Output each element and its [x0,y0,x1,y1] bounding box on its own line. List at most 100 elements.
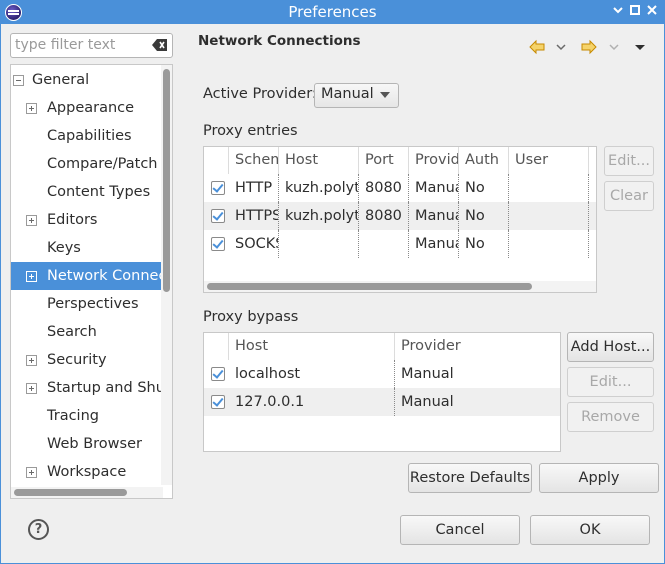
column-header-port[interactable]: Port [359,147,409,174]
tree-item-label: Search [47,324,97,340]
tree-item[interactable]: Search [11,318,163,346]
help-icon[interactable]: ? [28,519,49,540]
row-checkbox[interactable] [211,181,225,195]
scheme-cell: SOCKS [229,230,279,258]
host-cell: kuzh.polytechnique.fr [279,174,359,202]
tree-item[interactable]: Capabilities [11,122,163,150]
proxy-entries-table[interactable]: Scheme Host Port Provider Auth User Pass… [203,146,597,293]
view-menu-icon[interactable] [633,39,647,55]
active-provider-select[interactable]: Manual [314,83,399,108]
column-header-provider[interactable]: Provider [395,333,560,360]
tree-item[interactable]: Tracing [11,402,163,430]
bypass-remove-button[interactable]: Remove [567,402,654,432]
preferences-tree[interactable]: General Appearance Capabilities Compare/Pat… [10,64,173,499]
expand-icon[interactable] [26,271,37,282]
cancel-button[interactable]: Cancel [400,515,520,545]
table-row[interactable]: HTTP kuzh.polytechnique.fr 8080 Manual N… [204,174,596,202]
expand-icon[interactable] [26,103,37,114]
tree-item[interactable]: Appearance [11,94,163,122]
proxy-bypass-table[interactable]: Host Provider localhost Manual 127.0.0.1… [203,332,561,452]
restore-defaults-button[interactable]: Restore Defaults [408,463,532,493]
tree-horizontal-scrollbar[interactable] [11,487,163,498]
column-header-host[interactable]: Host [229,333,395,360]
column-header-provider[interactable]: Provider [409,147,459,174]
forward-menu-chevron-icon[interactable] [608,39,620,55]
tree-item[interactable]: Content Types [11,178,163,206]
ok-button[interactable]: OK [530,515,650,545]
port-cell: 8080 [359,174,409,202]
tree-vertical-scroll-thumb[interactable] [163,69,170,292]
tree-item-label: Workspace [47,464,127,480]
tree-item-label: General [32,72,90,88]
table-row[interactable]: SOCKS Manual No [204,230,596,258]
column-header-auth[interactable]: Auth [459,147,509,174]
tree-item[interactable]: Keys [11,234,163,262]
add-host-button[interactable]: Add Host... [567,332,654,362]
tree-item-label: Editors [47,212,98,228]
tree-item-label: Startup and Shutdown [47,380,172,396]
expand-icon[interactable] [26,355,37,366]
tree-item[interactable]: General [11,66,163,94]
expand-icon[interactable] [26,215,37,226]
row-checkbox[interactable] [211,367,225,381]
back-menu-chevron-icon[interactable] [555,39,567,55]
tree-item[interactable]: Perspectives [11,290,163,318]
tree-vertical-scrollbar[interactable] [161,65,172,485]
table-row[interactable]: HTTPS kuzh.polytechnique.fr 8080 Manual … [204,202,596,230]
auth-cell: No [459,202,509,230]
provider-cell: Manual [409,230,459,258]
tree-item[interactable]: Security [11,346,163,374]
page-title: Network Connections [198,33,361,49]
scheme-cell: HTTPS [229,202,279,230]
tree-item-label: Keys [47,240,81,256]
host-cell: 127.0.0.1 [229,388,395,416]
column-header-host[interactable]: Host [279,147,359,174]
row-checkbox[interactable] [211,209,225,223]
tree-item[interactable]: Web Browser [11,430,163,458]
row-checkbox[interactable] [211,237,225,251]
expand-icon[interactable] [26,467,37,478]
proxy-entries-horizontal-scrollbar[interactable] [204,281,596,292]
preferences-window: Preferences type filter text General Appe… [0,0,665,564]
tree-item[interactable]: Network Connections [11,262,172,290]
tree-item[interactable]: Startup and Shutdown [11,374,172,402]
provider-cell: Manual [401,366,454,382]
expand-icon[interactable] [26,383,37,394]
minimize-button[interactable] [610,4,626,20]
title-bar[interactable]: Preferences [1,1,664,24]
column-header-user[interactable]: User [509,147,589,174]
apply-button[interactable]: Apply [539,463,659,493]
provider-cell: Manual [401,394,454,410]
tree-item[interactable]: Compare/Patch [11,150,163,178]
bypass-edit-button[interactable]: Edit... [567,367,654,397]
back-arrow-icon[interactable] [528,39,546,55]
host-cell: kuzh.polytechnique.fr [279,202,359,230]
filter-input[interactable]: type filter text [10,33,173,58]
column-header-password[interactable]: Password [589,147,596,174]
provider-cell: Manual [409,202,459,230]
tree-horizontal-scroll-thumb[interactable] [14,489,127,496]
user-cell [509,174,589,202]
forward-arrow-icon[interactable] [580,39,598,55]
table-row[interactable]: 127.0.0.1 Manual [204,388,560,416]
minimize-icon [613,7,623,14]
column-header-scheme[interactable]: Scheme [229,147,279,174]
tree-item[interactable]: Workspace [11,458,163,486]
tree-item-label: Appearance [47,100,135,116]
tree-item-label: Perspectives [47,296,139,312]
clear-filter-icon[interactable] [152,38,168,52]
column-header-check [204,147,229,174]
tree-item[interactable]: Editors [11,206,163,234]
tree-item-label: Network Connections [47,268,172,284]
maximize-button[interactable] [627,4,643,20]
row-checkbox[interactable] [211,395,225,409]
window-title: Preferences [288,3,377,21]
maximize-icon [630,5,640,15]
table-row[interactable]: localhost Manual [204,360,560,388]
collapse-icon[interactable] [13,75,24,86]
auth-cell: No [459,174,509,202]
close-button[interactable] [644,4,660,20]
proxy-entry-clear-button[interactable]: Clear [604,181,654,211]
proxy-entries-scroll-thumb[interactable] [207,283,532,290]
proxy-entry-edit-button[interactable]: Edit... [604,146,654,176]
